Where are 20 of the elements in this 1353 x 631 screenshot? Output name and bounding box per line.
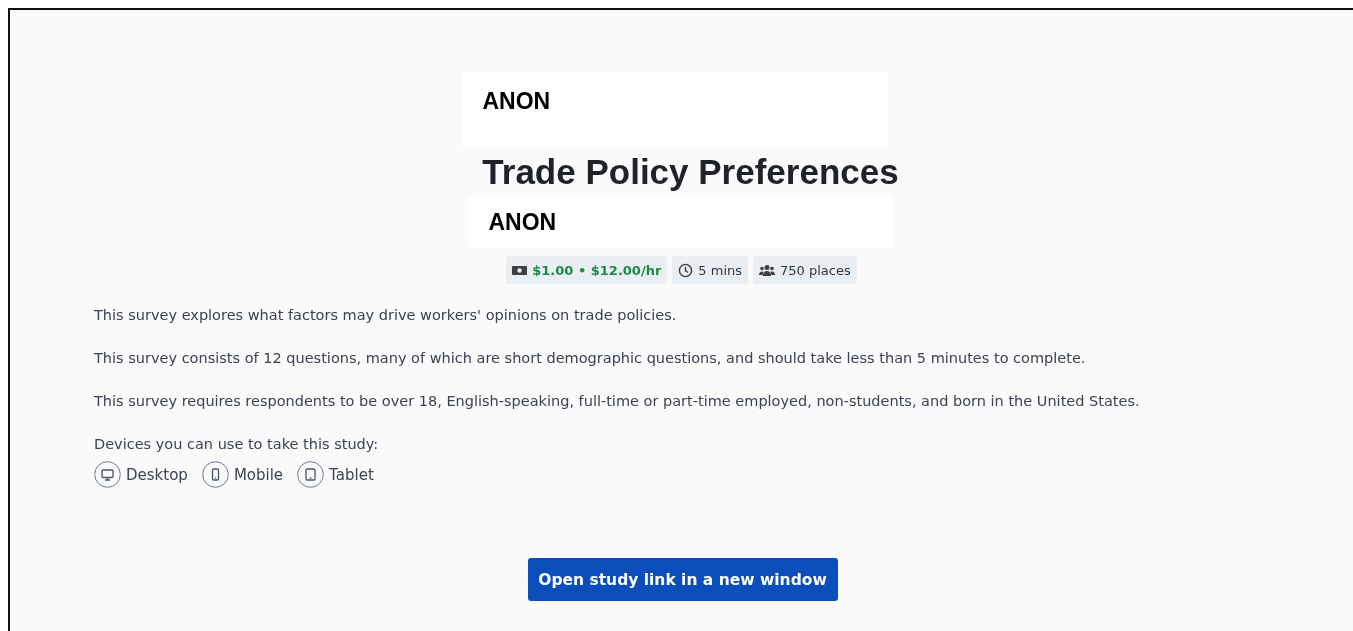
money-icon: [512, 264, 528, 276]
device-label: Mobile: [233, 465, 284, 484]
redaction-label: ANON: [467, 195, 894, 247]
tablet-icon: [297, 461, 325, 488]
people-icon: [759, 264, 776, 276]
info-badge: 750 places: [753, 256, 857, 284]
devices-label: Devices you can use to take this study:: [94, 435, 380, 454]
desktop-icon: [94, 461, 121, 488]
info-badge: $1.00 • $12.00/hr: [506, 256, 668, 284]
study-title: Trade Policy Preferences: [482, 151, 899, 193]
description-text: This survey explores what factors may drive workers' opinions on trade policies.: [94, 306, 678, 325]
description-text: This survey consists of 12 questions, many of which are short demographic questions, and should take less than 5 minutes to complete.: [94, 349, 1087, 368]
device-label: Desktop: [126, 465, 188, 484]
description-text: This survey requires respondents to be over 18, English-speaking, full-time or part-time employed, non-students, and born in the United States.: [94, 392, 1141, 411]
clock-icon: [678, 262, 694, 278]
phone-icon: [201, 461, 229, 488]
info-badge: 5 mins: [672, 256, 749, 284]
open-study-button[interactable]: Open study link in a new window: [527, 558, 838, 601]
redaction-label: ANON: [461, 72, 888, 147]
device-label: Tablet: [329, 465, 374, 484]
